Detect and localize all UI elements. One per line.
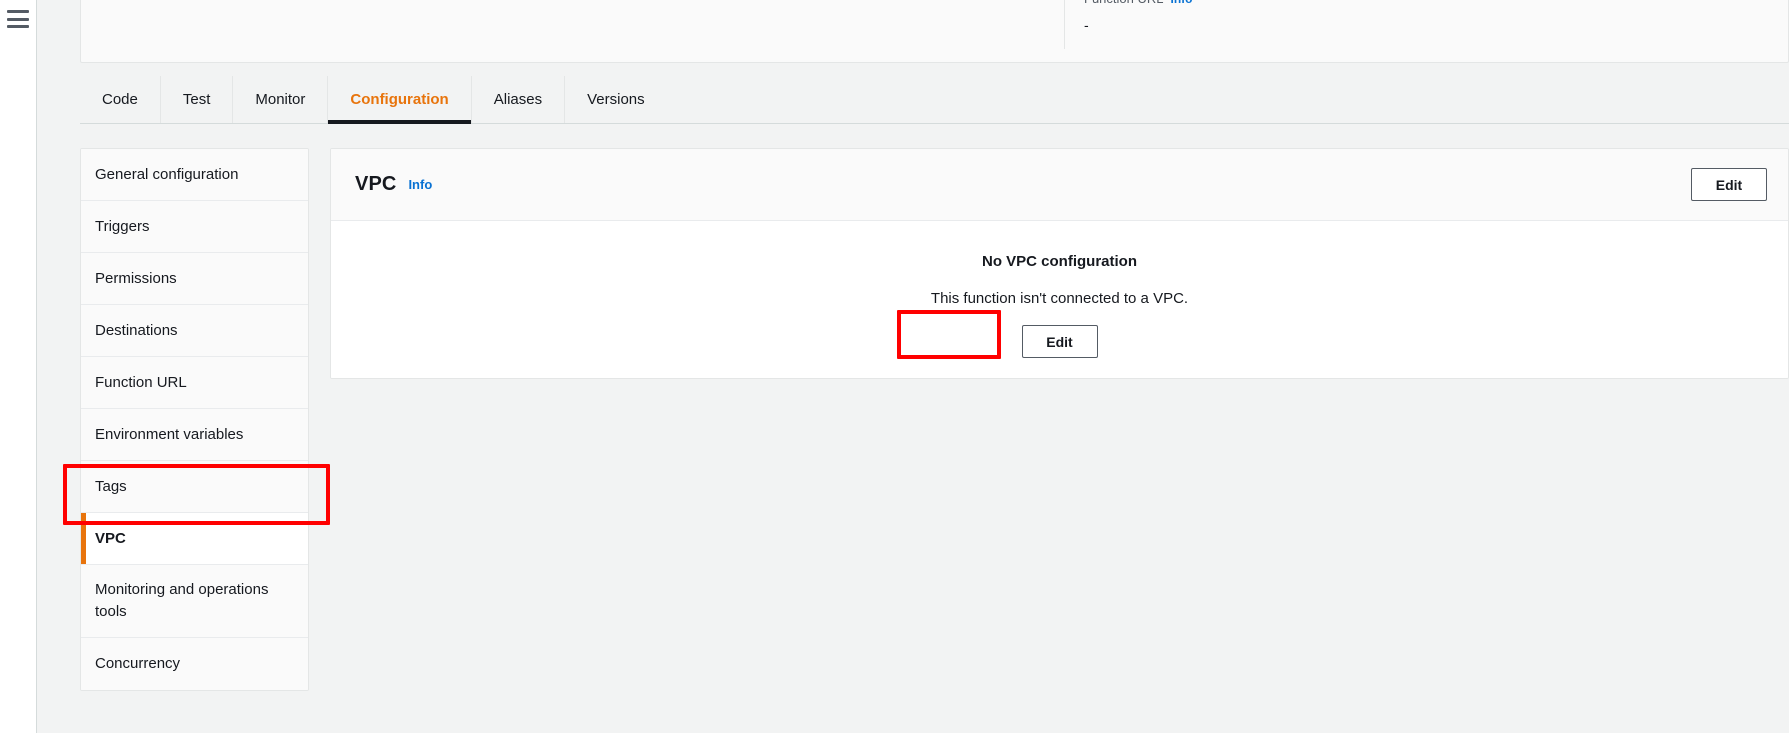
sidebar-item-monitoring-and-operations-tools[interactable]: Monitoring and operations tools bbox=[81, 565, 308, 638]
sidebar-item-destinations[interactable]: Destinations bbox=[81, 305, 308, 357]
tab-test[interactable]: Test bbox=[161, 76, 234, 123]
configuration-sidebar: General configuration Triggers Permissio… bbox=[80, 148, 309, 691]
hamburger-menu-icon[interactable] bbox=[7, 10, 29, 28]
tab-monitor[interactable]: Monitor bbox=[233, 76, 329, 123]
tab-versions[interactable]: Versions bbox=[565, 76, 667, 123]
sidebar-item-environment-variables[interactable]: Environment variables bbox=[81, 409, 308, 461]
sidebar-item-tags[interactable]: Tags bbox=[81, 461, 308, 513]
sidebar-item-general-configuration[interactable]: General configuration bbox=[81, 149, 308, 201]
hamburger-bar bbox=[7, 17, 29, 21]
function-url-value: - bbox=[1084, 17, 1089, 33]
function-url-info-link[interactable]: Info bbox=[1170, 0, 1192, 6]
vpc-panel: VPC Info Edit No VPC configuration This … bbox=[330, 148, 1789, 379]
tab-code[interactable]: Code bbox=[80, 76, 161, 123]
lambda-configuration-page: Function URL Info - Code Test Monitor Con… bbox=[0, 0, 1789, 733]
vpc-header-edit-button[interactable]: Edit bbox=[1691, 168, 1767, 201]
vpc-panel-title: VPC bbox=[355, 173, 397, 195]
vpc-info-link[interactable]: Info bbox=[408, 177, 432, 192]
vpc-body-edit-wrapper: Edit bbox=[1021, 325, 1098, 358]
sidebar-item-permissions[interactable]: Permissions bbox=[81, 253, 308, 305]
tab-aliases[interactable]: Aliases bbox=[472, 76, 566, 123]
sidebar-item-concurrency[interactable]: Concurrency bbox=[81, 637, 308, 690]
function-tabs: Code Test Monitor Configuration Aliases … bbox=[80, 76, 1789, 124]
sidebar-item-function-url[interactable]: Function URL bbox=[81, 357, 308, 409]
hamburger-bar bbox=[7, 10, 29, 13]
function-url-label: Function URL Info bbox=[1084, 0, 1192, 6]
hamburger-bar bbox=[7, 25, 29, 28]
sidebar-item-vpc[interactable]: VPC bbox=[81, 513, 308, 565]
vpc-panel-header: VPC Info Edit bbox=[331, 149, 1788, 221]
left-nav-rail bbox=[0, 0, 37, 733]
vpc-panel-body: No VPC configuration This function isn't… bbox=[331, 221, 1788, 378]
no-vpc-configuration-title: No VPC configuration bbox=[982, 253, 1137, 270]
overview-divider bbox=[1064, 0, 1065, 49]
no-vpc-configuration-description: This function isn't connected to a VPC. bbox=[930, 290, 1189, 307]
sidebar-item-triggers[interactable]: Triggers bbox=[81, 201, 308, 253]
function-overview-card: Function URL Info - bbox=[80, 0, 1789, 63]
vpc-body-edit-button[interactable]: Edit bbox=[1021, 325, 1098, 358]
tab-configuration[interactable]: Configuration bbox=[328, 76, 472, 124]
function-url-label-text: Function URL bbox=[1084, 0, 1163, 6]
